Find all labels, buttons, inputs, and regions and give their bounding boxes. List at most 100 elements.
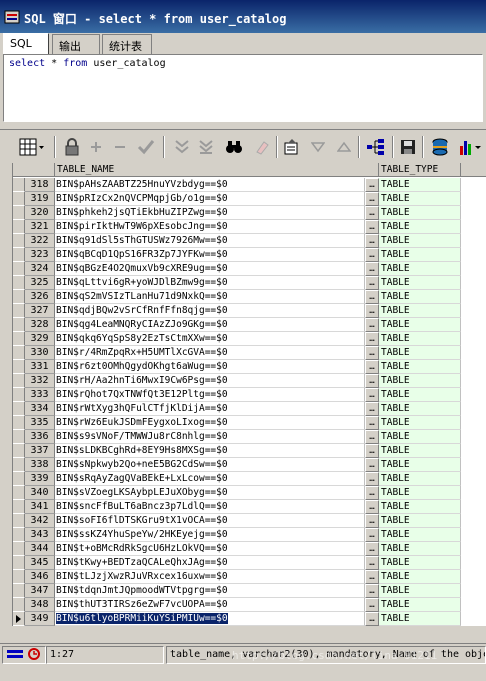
row-indicator[interactable]	[13, 556, 25, 570]
row-indicator[interactable]	[13, 206, 25, 220]
sql-window-icon[interactable]	[4, 10, 20, 24]
cell-table-name[interactable]: BIN$qg4LeaMNQRyCIAzZJo9GKg==$0	[55, 318, 365, 332]
row-indicator[interactable]	[13, 458, 25, 472]
row-indicator[interactable]	[13, 346, 25, 360]
row-indicator[interactable]	[13, 514, 25, 528]
cell-ellipsis-button[interactable]: …	[365, 430, 379, 444]
cell-ellipsis-button[interactable]: …	[365, 556, 379, 570]
cell-table-type[interactable]: TABLE	[379, 612, 461, 626]
table-row[interactable]: 349 BIN$u6tlyoBPRMiiKuYSiPMIUw==$0 … TABLE	[13, 612, 486, 626]
cell-ellipsis-button[interactable]: …	[365, 500, 379, 514]
cell-ellipsis-button[interactable]: …	[365, 472, 379, 486]
cell-table-name[interactable]: BIN$thUT3TIRSz6eZwF7vcUOPA==$0	[55, 598, 365, 612]
cell-ellipsis-button[interactable]: …	[365, 206, 379, 220]
table-row[interactable]: 338 BIN$sNpkwyb2Qo+neE5BG2CdSw==$0 … TABLE	[13, 458, 486, 472]
cell-table-name[interactable]: BIN$s9sVNoF/TMWWJu8rC8nhlg==$0	[55, 430, 365, 444]
row-indicator[interactable]	[13, 374, 25, 388]
results-grid[interactable]: TABLE_NAME TABLE_TYPE 318 BIN$pAHsZAABTZ2…	[12, 163, 486, 626]
row-indicator[interactable]	[13, 388, 25, 402]
cell-ellipsis-button[interactable]: …	[365, 374, 379, 388]
cell-table-name[interactable]: BIN$u6tlyoBPRMiiKuYSiPMIUw==$0	[55, 612, 365, 626]
table-row[interactable]: 325 BIN$qLttvi6gR+yoWJDlBZmw9g==$0 … TABLE	[13, 276, 486, 290]
tab-statistics[interactable]: 统计表	[102, 34, 152, 54]
cell-ellipsis-button[interactable]: …	[365, 416, 379, 430]
cell-table-type[interactable]: TABLE	[379, 528, 461, 542]
table-row[interactable]: 320 BIN$phkeh2jsQTiEkbHuZIPZwg==$0 … TABLE	[13, 206, 486, 220]
cell-table-name[interactable]: BIN$sncFfBuLT6aBncz3p7LdlQ==$0	[55, 500, 365, 514]
table-row[interactable]: 329 BIN$qkq6YqSpS8y2EzTsCtmXXw==$0 … TABLE	[13, 332, 486, 346]
chart-icon[interactable]	[458, 137, 484, 157]
cell-table-name[interactable]: BIN$pirIktHwT9W6pXEsobcJng==$0	[55, 220, 365, 234]
cell-table-type[interactable]: TABLE	[379, 388, 461, 402]
table-row[interactable]: 328 BIN$qg4LeaMNQRyCIAzZJo9GKg==$0 … TABLE	[13, 318, 486, 332]
down-arrows-end-icon[interactable]	[196, 137, 216, 157]
cell-table-type[interactable]: TABLE	[379, 220, 461, 234]
table-row[interactable]: 323 BIN$qBCqD1QpS16FR3Zp7JYFKw==$0 … TABLE	[13, 248, 486, 262]
cell-table-type[interactable]: TABLE	[379, 570, 461, 584]
cell-table-type[interactable]: TABLE	[379, 346, 461, 360]
cell-ellipsis-button[interactable]: …	[365, 514, 379, 528]
cell-ellipsis-button[interactable]: …	[365, 318, 379, 332]
row-indicator[interactable]	[13, 402, 25, 416]
cell-table-type[interactable]: TABLE	[379, 598, 461, 612]
cell-table-name[interactable]: BIN$sVZoegLKSAybpLEJuXObyg==$0	[55, 486, 365, 500]
sql-editor[interactable]: select * from user_catalog	[3, 54, 483, 122]
cell-table-type[interactable]: TABLE	[379, 276, 461, 290]
table-row[interactable]: 324 BIN$qBGzE4O2QmuxVb9cXRE9ug==$0 … TABLE	[13, 262, 486, 276]
cell-table-type[interactable]: TABLE	[379, 584, 461, 598]
row-indicator[interactable]	[13, 444, 25, 458]
cell-ellipsis-button[interactable]: …	[365, 192, 379, 206]
cell-ellipsis-button[interactable]: …	[365, 458, 379, 472]
row-indicator[interactable]	[13, 598, 25, 612]
column-header-table-name[interactable]: TABLE_NAME	[55, 163, 379, 177]
table-row[interactable]: 331 BIN$r6zt0OMhQgydOKhgt6aWug==$0 … TABLE	[13, 360, 486, 374]
row-indicator[interactable]	[13, 416, 25, 430]
cell-ellipsis-button[interactable]: …	[365, 290, 379, 304]
row-indicator[interactable]	[13, 220, 25, 234]
pane-splitter[interactable]	[0, 122, 486, 130]
cell-table-type[interactable]: TABLE	[379, 486, 461, 500]
table-row[interactable]: 341 BIN$sncFfBuLT6aBncz3p7LdlQ==$0 … TABLE	[13, 500, 486, 514]
cell-table-name[interactable]: BIN$ssKZ4YhuSpeYw/2HKEyejg==$0	[55, 528, 365, 542]
row-indicator[interactable]	[13, 248, 25, 262]
plus-icon[interactable]	[86, 137, 106, 157]
table-row[interactable]: 322 BIN$q91dSl5sThGTUSWz7926Mw==$0 … TABLE	[13, 234, 486, 248]
table-row[interactable]: 333 BIN$rQhot7QxTNWfQt3E12Pltg==$0 … TABLE	[13, 388, 486, 402]
row-indicator[interactable]	[13, 234, 25, 248]
cell-table-type[interactable]: TABLE	[379, 542, 461, 556]
cell-table-name[interactable]: BIN$sRqAyZagQVaBEkE+LxLcow==$0	[55, 472, 365, 486]
row-indicator[interactable]	[13, 528, 25, 542]
cell-ellipsis-button[interactable]: …	[365, 388, 379, 402]
cell-table-name[interactable]: BIN$pRIzCx2nQVCPMqpjGb/o1g==$0	[55, 192, 365, 206]
cell-table-type[interactable]: TABLE	[379, 248, 461, 262]
cell-table-type[interactable]: TABLE	[379, 472, 461, 486]
cell-ellipsis-button[interactable]: …	[365, 276, 379, 290]
cell-table-name[interactable]: BIN$qLttvi6gR+yoWJDlBZmw9g==$0	[55, 276, 365, 290]
table-row[interactable]: 319 BIN$pRIzCx2nQVCPMqpjGb/o1g==$0 … TABLE	[13, 192, 486, 206]
cell-table-type[interactable]: TABLE	[379, 234, 461, 248]
grid-icon[interactable]	[18, 137, 46, 157]
row-indicator[interactable]	[13, 304, 25, 318]
row-indicator[interactable]	[13, 570, 25, 584]
cell-ellipsis-button[interactable]: …	[365, 248, 379, 262]
row-indicator[interactable]	[13, 276, 25, 290]
cell-table-name[interactable]: BIN$qBGzE4O2QmuxVb9cXRE9ug==$0	[55, 262, 365, 276]
table-row[interactable]: 321 BIN$pirIktHwT9W6pXEsobcJng==$0 … TABLE	[13, 220, 486, 234]
cell-table-name[interactable]: BIN$rH/Aa2hnTi6MwxI9Cw6Psg==$0	[55, 374, 365, 388]
cell-ellipsis-button[interactable]: …	[365, 584, 379, 598]
cell-ellipsis-button[interactable]: …	[365, 178, 379, 192]
cell-table-type[interactable]: TABLE	[379, 556, 461, 570]
cell-table-type[interactable]: TABLE	[379, 514, 461, 528]
table-row[interactable]: 339 BIN$sRqAyZagQVaBEkE+LxLcow==$0 … TABLE	[13, 472, 486, 486]
cell-table-name[interactable]: BIN$qdjBQw2vSrCfRnfFfn8qjg==$0	[55, 304, 365, 318]
table-row[interactable]: 334 BIN$rWtXyg3hQFulCTfjKlDijA==$0 … TABLE	[13, 402, 486, 416]
cell-table-name[interactable]: BIN$tdqnJmtJQpmoodWTVtpgrg==$0	[55, 584, 365, 598]
table-row[interactable]: 330 BIN$r/4RmZpqRx+H5UMTlXcGVA==$0 … TABLE	[13, 346, 486, 360]
table-row[interactable]: 346 BIN$tLJzjXwzRJuVRxcex16uxw==$0 … TABLE	[13, 570, 486, 584]
row-indicator[interactable]	[13, 262, 25, 276]
save-icon[interactable]	[398, 137, 418, 157]
cell-ellipsis-button[interactable]: …	[365, 304, 379, 318]
cell-ellipsis-button[interactable]: …	[365, 444, 379, 458]
cell-table-type[interactable]: TABLE	[379, 500, 461, 514]
cell-table-name[interactable]: BIN$q91dSl5sThGTUSWz7926Mw==$0	[55, 234, 365, 248]
